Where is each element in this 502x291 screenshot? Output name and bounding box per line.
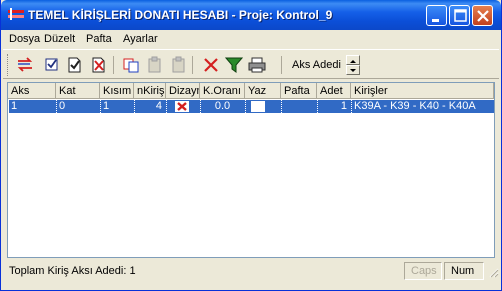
cell-kat: 0 [59, 100, 66, 112]
aks-adedi-spinner[interactable] [346, 55, 360, 75]
title-bar[interactable]: TEMEL KİRİŞLERİ DONATI HESABI - Proje: K… [1, 0, 501, 30]
arrow-up-icon [350, 60, 356, 63]
status-bar: Toplam Kiriş Aksı Adedi: 1 Caps Num [3, 262, 499, 280]
document-check-icon[interactable] [66, 56, 84, 74]
delete-icon[interactable] [202, 56, 220, 74]
spinner-down-button[interactable] [346, 65, 360, 75]
paste-icon-disabled[interactable] [146, 56, 164, 74]
maximize-icon [454, 9, 467, 22]
menu-duzelt[interactable]: Düzelt [44, 33, 75, 45]
grid-line [200, 100, 201, 113]
toolbar-grip[interactable] [7, 54, 10, 76]
dizayn-checkbox[interactable] [175, 101, 189, 112]
close-icon [477, 10, 489, 22]
column-header-kirisler[interactable]: Kirişler [351, 83, 494, 99]
cell-koran: 0.0 [214, 100, 231, 112]
status-text: Toplam Kiriş Aksı Adedi: 1 [9, 265, 136, 277]
print-icon[interactable] [248, 56, 266, 74]
cell-kirisler: K39A - K39 - K40 - K40A [354, 100, 476, 112]
column-header-kisim[interactable]: Kısım [100, 83, 134, 99]
menu-ayarlar[interactable]: Ayarlar [123, 33, 158, 45]
size-grip-icon[interactable] [487, 266, 499, 278]
menu-pafta[interactable]: Pafta [86, 33, 112, 45]
close-button[interactable] [472, 5, 493, 26]
check-icon[interactable] [43, 56, 61, 74]
minimize-icon [432, 19, 439, 22]
cell-pafta [281, 100, 317, 113]
cell-adet: 1 [340, 100, 347, 112]
grid-line [351, 100, 352, 113]
column-header-koran[interactable]: K.Oranı [200, 83, 245, 99]
document-delete-icon[interactable] [90, 56, 108, 74]
list-header: Aks Kat Kısım nKiriş Dizayn K.Oranı Yaz … [8, 83, 494, 99]
arrow-down-icon [350, 69, 356, 72]
maximize-button[interactable] [449, 5, 470, 26]
grid-line [56, 100, 57, 113]
toolbar-separator [113, 56, 114, 74]
copy-icon[interactable] [122, 56, 140, 74]
window-title: TEMEL KİRİŞLERİ DONATI HESABI - Proje: K… [28, 8, 333, 22]
app-icon [8, 8, 24, 20]
toolbar-separator [192, 56, 193, 74]
grid-line [166, 100, 167, 113]
toolbar-separator [281, 56, 282, 74]
grid-line [317, 100, 318, 113]
num-indicator: Num [444, 262, 484, 280]
grid-line [100, 100, 101, 113]
grid-line [245, 100, 246, 113]
caps-indicator: Caps [404, 262, 442, 280]
kiris-list-view[interactable]: Aks Kat Kısım nKiriş Dizayn K.Oranı Yaz … [7, 82, 495, 258]
paste-icon-disabled-2[interactable] [170, 56, 188, 74]
menu-dosya[interactable]: Dosya [9, 33, 40, 45]
filter-icon[interactable] [225, 56, 243, 74]
column-header-pafta[interactable]: Pafta [281, 83, 317, 99]
spinner-up-button[interactable] [346, 55, 360, 65]
aks-adedi-label: Aks Adedi [292, 59, 341, 71]
column-header-dizayn[interactable]: Dizayn [166, 83, 200, 99]
cell-kisim: 1 [103, 100, 110, 112]
cell-aks: 1 [11, 100, 18, 112]
yaz-checkbox[interactable] [251, 101, 265, 112]
column-header-kat[interactable]: Kat [56, 83, 100, 99]
menu-bar: Dosya Düzelt Pafta Ayarlar [3, 31, 499, 49]
cell-nkiris: 4 [155, 100, 162, 112]
column-header-adet[interactable]: Adet [317, 83, 351, 99]
minimize-button[interactable] [426, 5, 447, 26]
grid-line [134, 100, 135, 113]
column-header-yaz[interactable]: Yaz [245, 83, 281, 99]
main-window: TEMEL KİRİŞLERİ DONATI HESABI - Proje: K… [0, 0, 502, 291]
swap-icon[interactable] [16, 56, 34, 74]
grid-line [281, 100, 282, 113]
column-header-nkiris[interactable]: nKiriş [134, 83, 166, 99]
x-mark-icon [177, 102, 187, 111]
toolbar: Aks Adedi [3, 49, 499, 79]
column-header-aks[interactable]: Aks [8, 83, 56, 99]
